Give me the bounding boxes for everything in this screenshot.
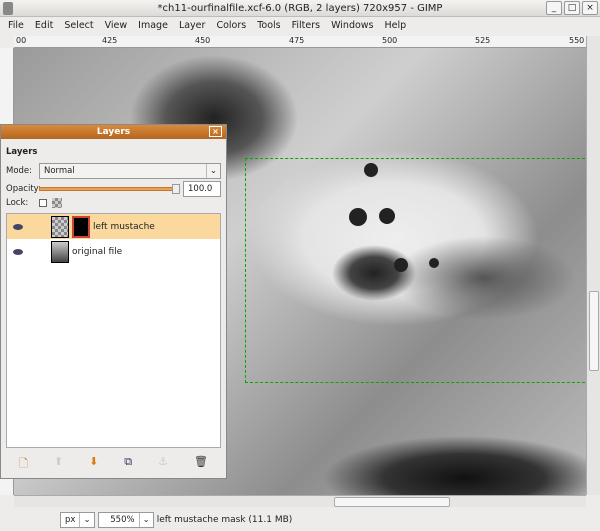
scroll-thumb[interactable] <box>589 291 599 371</box>
menu-filters[interactable]: Filters <box>292 17 320 35</box>
menu-view[interactable]: View <box>105 17 128 35</box>
unit-value: px <box>65 514 76 525</box>
ruler-label: 550 <box>569 36 585 45</box>
dialog-title-bar[interactable]: Layers × <box>1 125 226 139</box>
opacity-value: 100.0 <box>188 184 213 194</box>
ruler-label: 500 <box>382 36 398 45</box>
ruler-label: 525 <box>475 36 491 45</box>
zoom-select[interactable]: 550% ⌄ <box>97 511 154 528</box>
anchor-layer-icon[interactable]: ⚓ <box>158 455 168 474</box>
scroll-thumb[interactable] <box>334 497 450 507</box>
layer-thumbnail <box>51 240 69 263</box>
lock-label: Lock: <box>6 198 29 208</box>
menu-bar: File Edit Select View Image Layer Colors… <box>0 17 600 35</box>
menu-edit[interactable]: Edit <box>35 17 53 35</box>
layers-list: left mustache original file <box>6 213 221 448</box>
dialog-title: Layers <box>96 127 131 137</box>
menu-colors[interactable]: Colors <box>216 17 246 35</box>
eye-icon[interactable] <box>13 248 23 255</box>
raise-layer-icon[interactable]: ⬆ <box>54 455 63 474</box>
layer-name: left mustache <box>93 221 155 232</box>
status-bar: px ⌄ 550% ⌄ left mustache mask (11.1 MB) <box>0 508 600 531</box>
layer-row[interactable]: original file <box>7 239 220 264</box>
dialog-heading: Layers <box>6 147 38 157</box>
menu-help[interactable]: Help <box>385 17 407 35</box>
mode-select[interactable]: Normal ⌄ <box>39 163 221 179</box>
menu-file[interactable]: File <box>8 17 24 35</box>
chevron-down-icon: ⌄ <box>138 512 153 527</box>
ruler-label: 475 <box>289 36 305 45</box>
maximize-button[interactable]: □ <box>564 1 580 15</box>
ruler-label: 450 <box>195 36 211 45</box>
ruler-label: 425 <box>102 36 118 45</box>
close-button[interactable]: × <box>582 1 598 15</box>
status-message: left mustache mask (11.1 MB) <box>156 514 293 525</box>
gimp-icon <box>3 2 13 15</box>
menu-image[interactable]: Image <box>138 17 168 35</box>
horizontal-scrollbar[interactable] <box>14 495 586 507</box>
menu-layer[interactable]: Layer <box>179 17 206 35</box>
title-bar: *ch11-ourfinalfile.xcf-6.0 (RGB, 2 layer… <box>0 0 600 17</box>
layer-row[interactable]: left mustache <box>7 214 220 239</box>
lock-checkbox[interactable] <box>39 199 47 207</box>
horizontal-ruler[interactable]: 00 425 450 475 500 525 550 <box>14 36 586 48</box>
lock-alpha-icon <box>52 198 62 208</box>
zoom-value: 550% <box>110 514 135 525</box>
unit-select[interactable]: px ⌄ <box>60 511 95 528</box>
chevron-down-icon: ⌄ <box>205 164 220 178</box>
mode-label: Mode: <box>6 166 33 176</box>
layers-dialog: Layers × Layers Mode: Normal ⌄ Opacity: 10… <box>0 124 227 479</box>
opacity-input[interactable]: 100.0 <box>183 181 221 197</box>
chevron-down-icon: ⌄ <box>79 512 93 527</box>
duplicate-layer-icon[interactable]: ⧉ <box>124 455 132 474</box>
mode-value: Normal <box>44 166 75 176</box>
new-layer-icon[interactable]: 🗋 <box>19 455 28 474</box>
delete-layer-icon[interactable]: 🗑 <box>194 455 208 474</box>
minimize-button[interactable]: _ <box>546 1 562 15</box>
lower-layer-icon[interactable]: ⬇ <box>89 455 98 474</box>
menu-windows[interactable]: Windows <box>331 17 373 35</box>
menu-tools[interactable]: Tools <box>257 17 280 35</box>
close-icon[interactable]: × <box>209 126 222 137</box>
layer-name: original file <box>72 246 123 257</box>
window-title: *ch11-ourfinalfile.xcf-6.0 (RGB, 2 layer… <box>157 3 443 14</box>
slider-handle[interactable] <box>172 184 180 194</box>
layer-thumbnail <box>51 215 69 238</box>
menu-select[interactable]: Select <box>64 17 93 35</box>
layer-mask-thumbnail[interactable] <box>72 215 90 238</box>
selection-marquee <box>245 158 586 383</box>
vertical-scrollbar[interactable] <box>586 36 600 495</box>
ruler-label: 00 <box>16 36 27 45</box>
opacity-slider[interactable] <box>39 184 180 194</box>
eye-icon[interactable] <box>13 223 23 230</box>
opacity-label: Opacity: <box>6 184 41 194</box>
